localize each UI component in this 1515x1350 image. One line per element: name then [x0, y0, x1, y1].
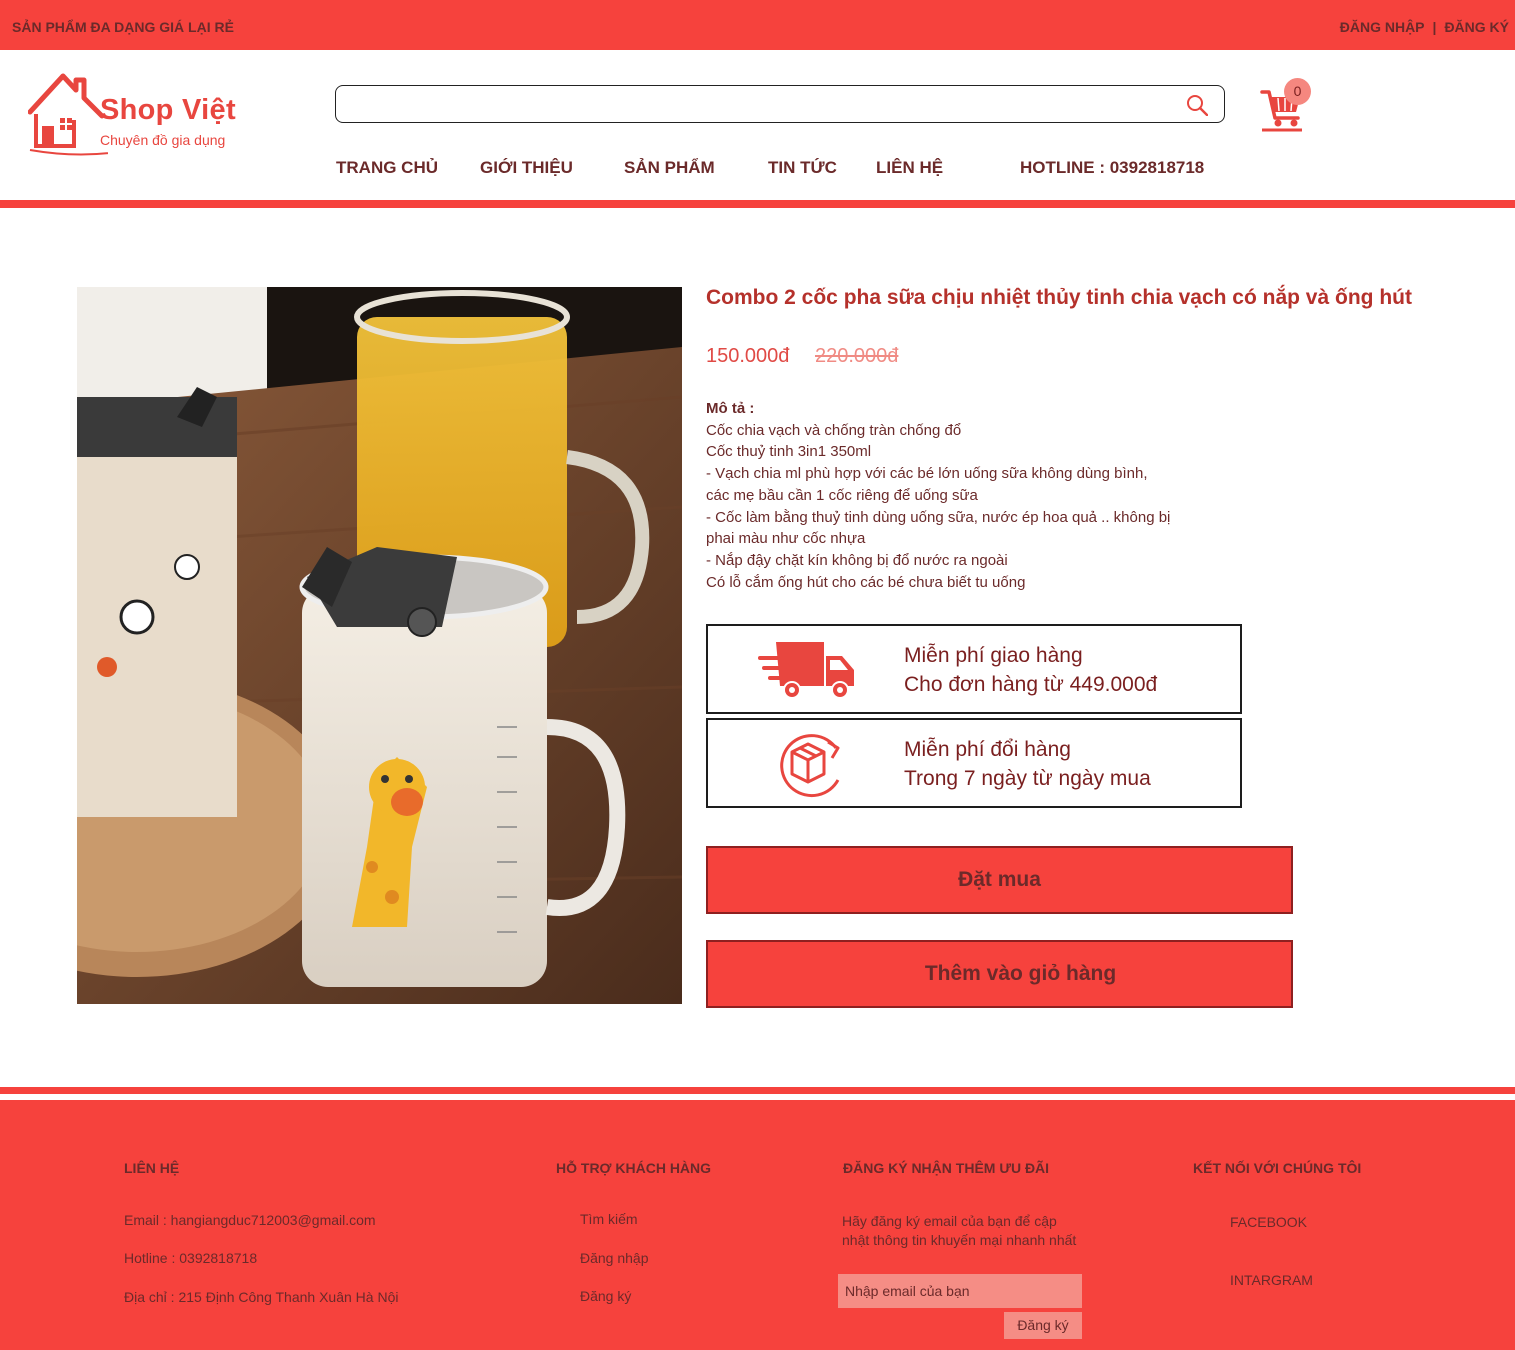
- search-input[interactable]: [348, 92, 1168, 116]
- logo[interactable]: Shop Việt Chuyên đồ gia dụng: [28, 70, 268, 160]
- add-to-cart-button[interactable]: Thêm vào giỏ hàng: [706, 940, 1293, 1008]
- description-line: - Vạch chia ml phù hợp với các bé lớn uố…: [706, 465, 1148, 483]
- footer-divider: [0, 1087, 1515, 1094]
- benefit-title: Miễn phí đổi hàng: [904, 738, 1071, 761]
- facebook-link[interactable]: FACEBOOK: [1230, 1214, 1307, 1230]
- description-line: Cốc chia vạch và chống tràn chống đổ: [706, 421, 962, 439]
- register-link[interactable]: ĐĂNG KÝ: [1444, 19, 1509, 35]
- description-line: phai màu như cốc nhựa: [706, 530, 866, 548]
- search-icon[interactable]: [1186, 94, 1208, 116]
- nav-contact[interactable]: LIÊN HỆ: [876, 158, 943, 178]
- cart-button[interactable]: 0: [1260, 78, 1311, 132]
- footer-login-link[interactable]: Đăng nhập: [580, 1250, 649, 1266]
- nav-about[interactable]: GIỚI THIỆU: [480, 158, 573, 178]
- footer-contact-heading: LIÊN HỆ: [124, 1160, 180, 1176]
- hotline: HOTLINE : 0392818718: [1020, 158, 1205, 177]
- benefit-detail: Cho đơn hàng từ 449.000đ: [904, 673, 1158, 696]
- nav-products[interactable]: SẢN PHẨM: [624, 158, 715, 178]
- footer-support-heading: HỖ TRỢ KHÁCH HÀNG: [556, 1160, 712, 1176]
- description-line: - Cốc làm bằng thuỷ tinh dùng uống sữa, …: [706, 508, 1171, 526]
- benefit-title: Miễn phí giao hàng: [904, 644, 1083, 667]
- nav-home[interactable]: TRANG CHỦ: [336, 158, 438, 178]
- footer-newsletter-heading: ĐĂNG KÝ NHẬN THÊM ƯU ĐÃI: [843, 1160, 1050, 1176]
- footer-search-link[interactable]: Tìm kiếm: [580, 1211, 638, 1227]
- brand-tagline: Chuyên đồ gia dụng: [100, 132, 226, 148]
- login-link[interactable]: ĐĂNG NHẬP: [1340, 19, 1425, 35]
- product-image: [77, 287, 682, 1004]
- footer-email: Email : hangiangduc712003@gmail.com: [124, 1212, 376, 1228]
- benefit-detail: Trong 7 ngày từ ngày mua: [904, 767, 1151, 790]
- footer: LIÊN HỆ Email : hangiangduc712003@gmail.…: [0, 1100, 1515, 1350]
- description-line: - Nắp đậy chặt kín không bị đổ nước ra n…: [706, 551, 1008, 569]
- top-bar: SẢN PHẨM ĐA DẠNG GIÁ LẠI RẺ ĐĂNG NHẬP | ĐĂ…: [0, 0, 1515, 50]
- delivery-truck-icon: [758, 642, 854, 699]
- buy-now-button[interactable]: Đặt mua: [706, 846, 1293, 914]
- footer-register-link[interactable]: Đăng ký: [580, 1288, 631, 1304]
- free-shipping-box: Miễn phí giao hàng Cho đơn hàng từ 449.0…: [706, 624, 1242, 714]
- header: Shop Việt Chuyên đồ gia dụng 0 TRANG CHỦ…: [0, 50, 1515, 200]
- nav-news[interactable]: TIN TỨC: [768, 158, 837, 178]
- cart-count-badge: 0: [1284, 78, 1311, 105]
- auth-separator: |: [1432, 19, 1437, 35]
- product-old-price: 220.000đ: [815, 345, 899, 367]
- product-title: Combo 2 cốc pha sữa chịu nhiệt thủy tinh…: [706, 286, 1412, 309]
- description-line: các mẹ bầu cần 1 cốc riêng để uống sữa: [706, 486, 978, 504]
- house-logo-icon: [28, 73, 108, 156]
- free-return-box: Miễn phí đổi hàng Trong 7 ngày từ ngày m…: [706, 718, 1242, 808]
- brand-name: Shop Việt: [100, 94, 236, 126]
- description-heading: Mô tả :: [706, 400, 755, 417]
- top-slogan: SẢN PHẨM ĐA DẠNG GIÁ LẠI RẺ: [12, 19, 234, 35]
- newsletter-subscribe-button[interactable]: Đăng ký: [1004, 1312, 1082, 1339]
- auth-links: ĐĂNG NHẬP | ĐĂNG KÝ: [1340, 19, 1509, 35]
- description-line: Cốc thuỷ tinh 3in1 350ml: [706, 443, 872, 461]
- product-price: 150.000đ: [706, 345, 790, 367]
- return-box-icon: [780, 734, 840, 798]
- main-nav: TRANG CHỦ GIỚI THIỆU SẢN PHẨM TIN TỨC LI…: [0, 158, 1515, 180]
- newsletter-email-input[interactable]: [838, 1274, 1082, 1308]
- instagram-link[interactable]: INTARGRAM: [1230, 1272, 1313, 1288]
- description-line: Có lỗ cắm ống hút cho các bé chưa biết t…: [706, 573, 1026, 591]
- product-description: Mô tả : Cốc chia vạch và chống tràn chốn…: [706, 398, 1246, 593]
- newsletter-text: Hãy đăng ký email của bạn để cập nhật th…: [842, 1213, 1077, 1248]
- footer-hotline: Hotline : 0392818718: [124, 1250, 258, 1266]
- footer-social-heading: KẾT NỐI VỚI CHÚNG TÔI: [1193, 1160, 1362, 1176]
- header-divider: [0, 200, 1515, 208]
- product-photo: [77, 287, 682, 1004]
- footer-address: Địa chỉ : 215 Định Công Thanh Xuân Hà Nộ…: [124, 1289, 399, 1305]
- search-box: [335, 85, 1225, 123]
